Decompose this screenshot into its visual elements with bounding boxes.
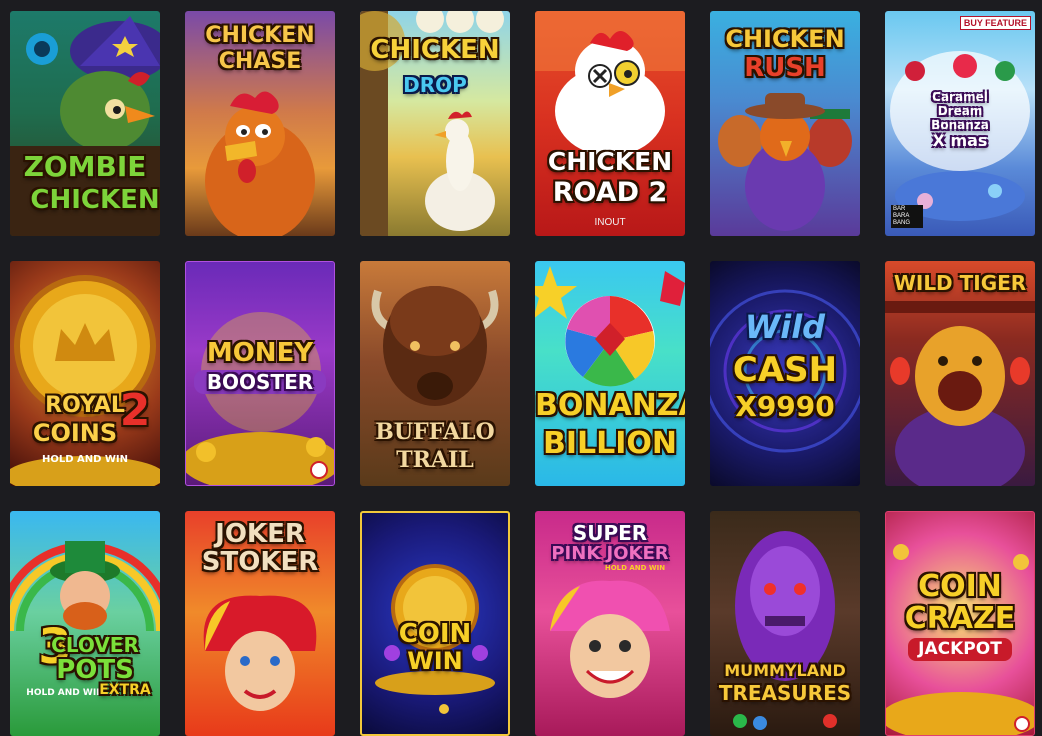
game-title-line-1: Wild xyxy=(744,308,826,346)
game-title-line-2: PINK JOKER xyxy=(551,543,669,564)
provider-line-3: BANG xyxy=(893,220,911,226)
game-tile-chicken-drop[interactable]: CHICKEN DROP xyxy=(360,11,510,236)
game-title-line-1: ZOMBIE xyxy=(23,150,147,183)
game-tile-mummyland-treasures[interactable]: MUMMYLAND TREASURES xyxy=(710,511,860,736)
game-tile-joker-stoker[interactable]: JOKER STOKER xyxy=(185,511,335,736)
game-tile-zombie-chicken[interactable]: ZOMBIE CHICKEN xyxy=(10,11,160,236)
game-title-line-1: COIN xyxy=(398,619,472,649)
game-tile-money-booster[interactable]: MONEY BOOSTER xyxy=(185,261,335,486)
game-title-line-1: CHICKEN xyxy=(370,35,500,65)
game-title-line-2: WIN xyxy=(407,647,463,675)
game-title-line-2: DROP xyxy=(403,73,467,97)
game-title-line-2: ROAD 2 xyxy=(552,177,668,208)
game-title-line-1: CHICKEN xyxy=(205,23,315,48)
game-tile-caramel-dream-bonanza-xmas[interactable]: BUY FEATURE Caramel Dream Bonanza X mas … xyxy=(885,11,1035,236)
game-title-line-1: CHICKEN xyxy=(725,25,845,53)
game-title-line-3: JACKPOT xyxy=(908,638,1012,661)
game-title-line-3: X9990 xyxy=(735,390,835,423)
game-title-line-2: TRAIL xyxy=(396,447,474,473)
game-title-line-2: CRAZE xyxy=(904,601,1016,636)
game-title-line-3: Bonanza xyxy=(931,118,989,132)
game-tile-buffalo-trail[interactable]: BUFFALO TRAIL xyxy=(360,261,510,486)
game-tile-coin-craze-jackpot[interactable]: COIN CRAZE JACKPOT xyxy=(885,511,1035,736)
game-title-line-1: SUPER xyxy=(572,521,648,545)
game-title-line-2: CASH xyxy=(732,350,838,390)
game-title-line-2: STOKER xyxy=(201,547,319,577)
game-title-line-1: JOKER xyxy=(215,519,305,549)
game-title-line-1: Caramel xyxy=(932,90,988,104)
royal-coins-art xyxy=(10,275,160,486)
game-tile-chicken-rush[interactable]: CHICKEN RUSH xyxy=(710,11,860,236)
game-title-line-2: CHASE xyxy=(218,49,302,74)
game-title-line-2: RUSH xyxy=(744,53,826,83)
game-title-line-4: X mas xyxy=(932,131,988,150)
game-subtitle: HOLD AND WIN xyxy=(604,564,666,572)
provider-line-2: BARA xyxy=(893,213,910,219)
game-title-line-2: BILLION xyxy=(542,426,678,461)
game-tile-chicken-chase[interactable]: CHICKEN CHASE xyxy=(185,11,335,236)
game-tile-coin-win[interactable]: COIN WIN xyxy=(360,511,510,736)
buy-feature-badge: BUY FEATURE xyxy=(959,16,1031,30)
game-title-line-1: COIN xyxy=(918,569,1002,604)
provider-line-1: BAR xyxy=(893,206,906,212)
game-title-line-3: POTS xyxy=(56,655,134,685)
game-title-line-1: BONANZA xyxy=(535,388,685,423)
games-row-2: ROYAL COINS 2 HOLD AND WIN MONEY BOOSTER xyxy=(10,261,1036,486)
games-row-1: ZOMBIE CHICKEN CHICKEN CHASE CHICKEN DRO… xyxy=(10,11,1036,236)
game-tile-3-clover-pots-extra[interactable]: 3 CLOVER POTS HOLD AND WIN EXTRA xyxy=(10,511,160,736)
games-row-3: 3 CLOVER POTS HOLD AND WIN EXTRA JOKER S… xyxy=(10,511,1036,736)
game-title-line-2: BOOSTER xyxy=(194,370,326,394)
game-extra-label: EXTRA xyxy=(99,682,151,698)
game-tile-wild-tiger[interactable]: WILD TIGER xyxy=(885,261,1035,486)
game-title-line-2: CHICKEN xyxy=(30,185,160,215)
game-title-line-1: WILD TIGER xyxy=(893,271,1027,295)
provider-logo: BAR BARA BANG xyxy=(891,205,923,228)
game-tile-wild-cash-x9990[interactable]: Wild CASH X9990 xyxy=(710,261,860,486)
game-title-line-1: MONEY xyxy=(206,338,314,368)
game-title-line-2: CLOVER xyxy=(51,633,139,657)
game-subtitle: HOLD AND WIN xyxy=(41,454,129,465)
game-tile-chicken-road-2[interactable]: CHICKEN ROAD 2 INOUT xyxy=(535,11,685,236)
game-title-line-1: CHICKEN xyxy=(547,147,673,176)
provider-label: INOUT xyxy=(594,217,626,228)
game-title-line-1: BUFFALO xyxy=(375,419,495,445)
game-tile-royal-coins-2[interactable]: ROYAL COINS 2 HOLD AND WIN xyxy=(10,261,160,486)
game-tile-super-pink-joker[interactable]: SUPER PINK JOKER HOLD AND WIN xyxy=(535,511,685,736)
game-title-line-2: TREASURES xyxy=(718,681,852,705)
game-tile-bonanza-billion[interactable]: BONANZA BILLION xyxy=(535,261,685,486)
game-title-line-1: MUMMYLAND xyxy=(724,661,846,680)
game-title-line-2: Dream xyxy=(937,104,983,118)
game-title-line-3: 2 xyxy=(119,385,151,436)
